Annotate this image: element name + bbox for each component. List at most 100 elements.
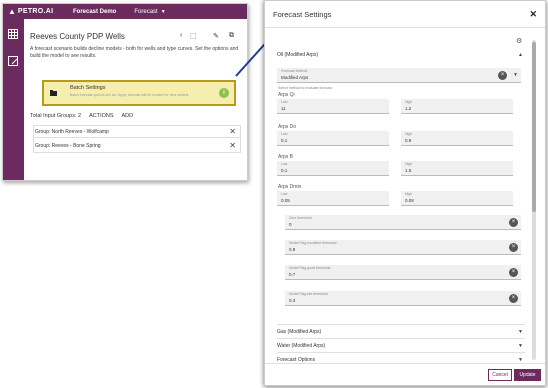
batch-settings-card[interactable]: Batch Settings Batch forecast options ar…: [42, 80, 236, 106]
section-label: Water (Modified Arps): [277, 343, 326, 349]
field-value: 0.9: [405, 138, 412, 143]
petro-ai-logo[interactable]: ▲ PETRO.AI: [3, 7, 65, 16]
list-item[interactable]: Group: North Reeves - Wolfcamp ✕: [33, 126, 240, 138]
nav-forecast-demo-link[interactable]: Forecast Demo: [73, 9, 116, 15]
close-icon[interactable]: ✕: [229, 140, 236, 152]
param-label: Arps B: [278, 154, 294, 160]
panel-title: Reeves County PDP Wells: [30, 32, 125, 41]
dialog-title: Forecast Settings: [273, 10, 332, 19]
clear-icon[interactable]: ×: [509, 218, 518, 227]
clear-icon[interactable]: ×: [509, 243, 518, 252]
dialog-body: ⚙ Oil (Modified Arps) ▲ Forecast Method …: [273, 35, 525, 365]
input-groups-toolbar: Total Input Groups: 2 ACTIONS ADD: [30, 113, 133, 119]
field-value: 1.5: [405, 168, 412, 173]
info-icon[interactable]: i: [219, 88, 229, 98]
field-label: Model Flag fair threshold: [289, 292, 328, 296]
total-input-groups-label: Total Input Groups: 2: [30, 113, 82, 119]
edit-icon[interactable]: [8, 56, 18, 66]
folder-icon: [50, 90, 57, 96]
dialog-footer: Cancel Update: [265, 363, 545, 385]
add-button[interactable]: ADD: [122, 113, 134, 119]
field-label: High: [405, 132, 413, 136]
gear-icon[interactable]: ⚙: [516, 37, 522, 45]
field-label: High: [405, 192, 413, 196]
param-label: Arps Dmin: [278, 184, 302, 190]
top-nav-bar: ▲ PETRO.AI Forecast Demo Forecast ▼: [3, 4, 247, 19]
batch-settings-subtitle: Batch forecast options are set. Apply fo…: [70, 93, 190, 97]
cancel-button[interactable]: Cancel: [488, 369, 512, 381]
group-label: Group: Reeves - Bone Spring: [35, 143, 101, 149]
app-window: ▲ PETRO.AI Forecast Demo Forecast ▼ Reev…: [2, 3, 248, 181]
field-label: Zero threshold: [289, 216, 312, 220]
field-label: Low: [281, 162, 288, 166]
field-value: 0: [289, 222, 292, 227]
arps-dmin-low-input[interactable]: Low 0.05: [277, 191, 389, 206]
clear-icon[interactable]: ×: [509, 294, 518, 303]
export-icon[interactable]: ⬚: [190, 32, 197, 40]
chevron-down-icon[interactable]: ▼: [518, 325, 523, 339]
section-gas-header[interactable]: Gas (Modified Arps) ▼: [277, 324, 525, 338]
field-label: Low: [281, 192, 288, 196]
clear-icon[interactable]: ×: [498, 71, 507, 80]
logo-text: PETRO.AI: [17, 8, 54, 15]
field-value: 0.1: [281, 138, 288, 143]
method-help-text: Select method to evaluate forecast: [278, 86, 332, 90]
dialog-scrollbar[interactable]: [532, 40, 536, 360]
forecast-settings-dialog: Forecast Settings ✕ ⚙ Oil (Modified Arps…: [264, 0, 546, 386]
excellent-threshold-input[interactable]: Model Flag excellent threshold 0.9 ×: [285, 240, 521, 255]
fair-threshold-input[interactable]: Model Flag fair threshold 0.3 ×: [285, 291, 521, 306]
chevron-down-icon[interactable]: ▼: [518, 339, 523, 353]
field-value: 0.9: [289, 247, 296, 252]
nav-forecast-menu[interactable]: Forecast: [134, 9, 157, 15]
update-button[interactable]: Update: [514, 369, 541, 381]
arps-do-low-input[interactable]: Low 0.1: [277, 131, 389, 146]
clear-icon[interactable]: ×: [509, 268, 518, 277]
chevron-left-icon[interactable]: ‹: [180, 32, 182, 39]
section-label: Gas (Modified Arps): [277, 329, 322, 335]
arps-dmin-high-input[interactable]: High 0.08: [401, 191, 513, 206]
chevron-down-icon[interactable]: ▼: [513, 72, 518, 78]
sidebar: [3, 19, 24, 180]
field-value: Modified Arps: [281, 75, 309, 80]
close-icon[interactable]: ✕: [529, 9, 537, 20]
chevron-up-icon[interactable]: ▲: [518, 48, 523, 62]
field-value: 0.3: [289, 298, 296, 303]
field-value: 11: [281, 106, 286, 111]
good-threshold-input[interactable]: Model Flag good threshold 0.7 ×: [285, 265, 521, 280]
arps-qi-high-input[interactable]: High 1.2: [401, 99, 513, 114]
pencil-icon[interactable]: ✎: [213, 32, 219, 40]
logo-mark-icon: ▲: [8, 7, 16, 16]
actions-button[interactable]: ACTIONS: [89, 113, 113, 119]
section-water-header[interactable]: Water (Modified Arps) ▼: [277, 338, 525, 352]
field-value: 1.2: [405, 106, 412, 111]
close-icon[interactable]: ✕: [229, 126, 236, 138]
param-label: Arps Qi: [278, 92, 295, 98]
section-label: Oil (Modified Arps): [277, 52, 319, 58]
field-value: 0.08: [405, 198, 414, 203]
arps-b-low-input[interactable]: Low 0.1: [277, 161, 389, 176]
dialog-header: Forecast Settings ✕: [265, 1, 545, 28]
section-oil-header[interactable]: Oil (Modified Arps) ▲: [277, 48, 525, 62]
grid-icon[interactable]: [8, 29, 18, 39]
group-label: Group: North Reeves - Wolfcamp: [35, 129, 109, 135]
param-label: Arps Do: [278, 124, 297, 130]
field-label: High: [405, 100, 413, 104]
field-value: 0.1: [281, 168, 288, 173]
forecast-method-select[interactable]: Forecast Method Modified Arps × ▼: [277, 68, 521, 83]
batch-settings-title: Batch Settings: [70, 85, 106, 91]
field-label: Model Flag excellent threshold: [289, 241, 337, 245]
zero-threshold-input[interactable]: Zero threshold 0 ×: [285, 215, 521, 230]
chevron-down-icon[interactable]: ▼: [161, 9, 166, 15]
arps-qi-low-input[interactable]: Low 11: [277, 99, 389, 114]
arps-do-high-input[interactable]: High 0.9: [401, 131, 513, 146]
field-label: High: [405, 162, 413, 166]
field-value: 0.7: [289, 272, 296, 277]
field-label: Forecast Method: [281, 69, 308, 73]
field-label: Model Flag good threshold: [289, 266, 331, 270]
arps-b-high-input[interactable]: High 1.5: [401, 161, 513, 176]
field-label: Low: [281, 132, 288, 136]
field-value: 0.05: [281, 198, 290, 203]
list-item[interactable]: Group: Reeves - Bone Spring ✕: [33, 140, 240, 152]
field-label: Low: [281, 100, 288, 104]
panel-description: A forecast scenario builds decline model…: [30, 46, 239, 59]
